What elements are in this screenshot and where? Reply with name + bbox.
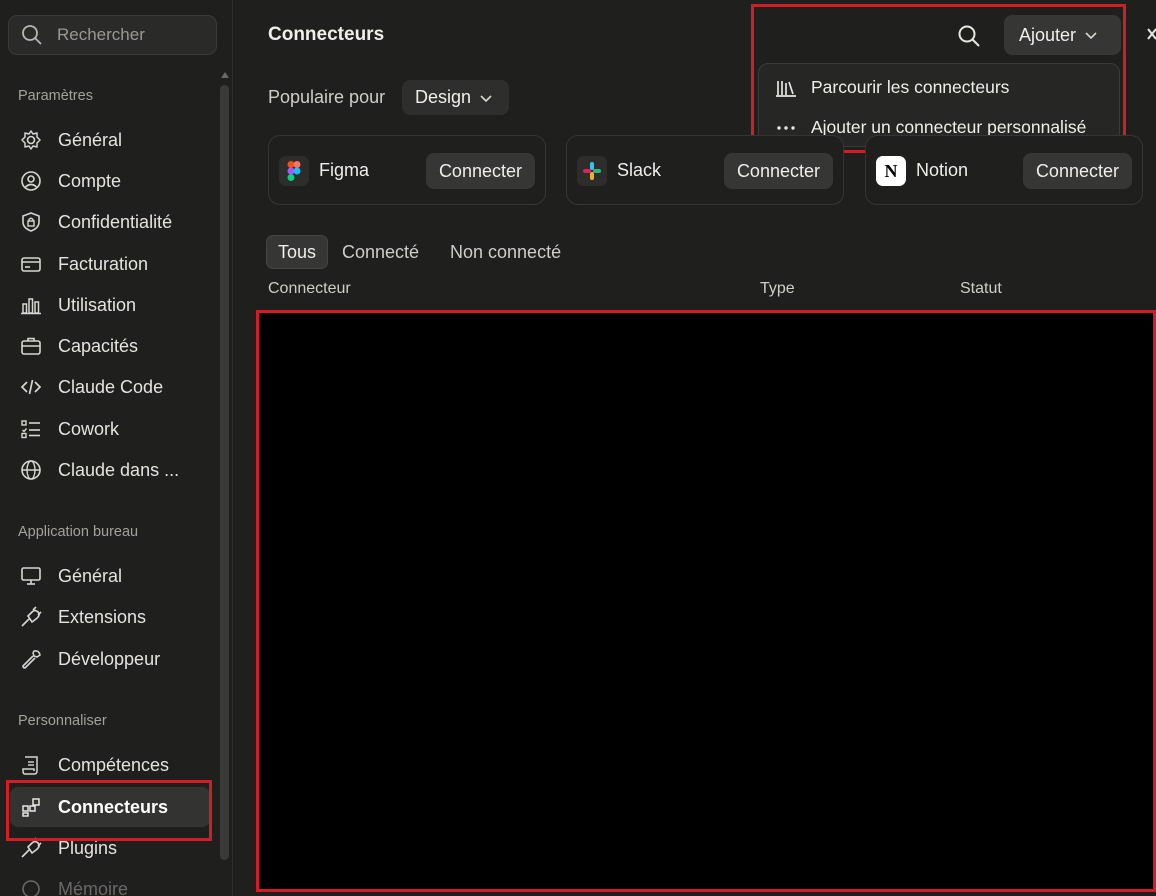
sidebar-item-cowork[interactable]: Cowork: [10, 409, 210, 449]
sidebar-item-label: Général: [58, 129, 123, 150]
sidebar-item-label: Extensions: [58, 606, 147, 627]
sidebar-item-label: Compétences: [58, 754, 170, 775]
sidebar-item-label: Développeur: [58, 648, 161, 669]
shield-lock-icon: [22, 212, 40, 232]
tab-connected[interactable]: Connecté: [331, 235, 430, 269]
sidebar-item-label: Capacités: [58, 335, 139, 356]
column-header-status[interactable]: Statut: [960, 280, 1002, 298]
connector-card-notion: N Notion Connecter: [865, 135, 1143, 205]
sidebar-item-privacy[interactable]: Confidentialité: [10, 202, 210, 242]
code-icon: [20, 379, 42, 395]
menu-item-browse-connectors[interactable]: Parcourir les connecteurs: [775, 77, 1009, 98]
add-button-label: Ajouter: [1019, 24, 1077, 45]
notion-logo-icon: N: [876, 156, 906, 186]
connectors-table-body: [256, 310, 1156, 892]
sidebar-item-claude-in[interactable]: Claude dans ...: [10, 450, 210, 490]
sidebar-item-label: Connecteurs: [58, 796, 169, 817]
monitor-icon: [21, 567, 41, 585]
slack-logo-icon: [577, 156, 607, 186]
sidebar-item-capabilities[interactable]: Capacités: [10, 326, 210, 366]
connector-name: Slack: [617, 160, 662, 180]
sidebar-item-label: Général: [58, 565, 123, 586]
user-circle-icon: [21, 171, 41, 191]
category-dropdown-value: Design: [415, 87, 472, 107]
memory-icon: [22, 880, 40, 896]
sidebar-item-desktop-general[interactable]: Général: [10, 556, 210, 596]
sidebar-item-billing[interactable]: Facturation: [10, 244, 210, 284]
sidebar-item-label: Mémoire: [58, 878, 129, 896]
globe-icon: [21, 460, 41, 480]
gear-icon: [21, 130, 41, 150]
sidebar-item-plugins[interactable]: Plugins: [10, 828, 210, 868]
connect-button[interactable]: Connecter: [723, 153, 833, 189]
connector-name: Figma: [319, 160, 370, 180]
credit-card-icon: [21, 257, 41, 272]
chevron-down-icon: [480, 94, 492, 102]
menu-item-label: Parcourir les connecteurs: [811, 77, 1010, 97]
sidebar-item-label: Facturation: [58, 253, 149, 274]
connector-card-figma: Figma Connecter: [268, 135, 546, 205]
figma-logo-icon: [279, 156, 309, 186]
sidebar-item-label: Cowork: [58, 418, 120, 439]
connector-name: Notion: [916, 160, 969, 180]
sidebar-item-label: Utilisation: [58, 294, 137, 315]
page-title: Connecteurs: [268, 24, 385, 45]
section-title-personalize: Personnaliser: [18, 713, 107, 729]
connect-button[interactable]: Connecter: [1022, 153, 1132, 189]
sidebar-item-developer[interactable]: Développeur: [10, 639, 210, 679]
section-title-desktop: Application bureau: [18, 524, 139, 540]
connect-button[interactable]: Connecter: [425, 153, 535, 189]
sidebar-item-label: Claude Code: [58, 376, 164, 397]
sidebar-item-label: Plugins: [58, 837, 118, 858]
sidebar: Rechercher Paramètres Général Compte Con…: [0, 0, 233, 896]
column-header-connector[interactable]: Connecteur: [268, 280, 351, 298]
sidebar-item-extensions[interactable]: Extensions: [10, 597, 210, 637]
section-title-settings: Paramètres: [18, 88, 93, 104]
sidebar-item-usage[interactable]: Utilisation: [10, 285, 210, 325]
sidebar-item-label: Compte: [58, 170, 122, 191]
chevron-down-icon: [1085, 32, 1097, 40]
search-input[interactable]: Rechercher: [8, 15, 217, 55]
wrench-icon: [22, 650, 41, 669]
connectors-icon: [22, 798, 40, 817]
plug-icon: [21, 837, 42, 858]
sidebar-item-general[interactable]: Général: [10, 120, 210, 160]
connector-card-slack: Slack Connecter: [566, 135, 844, 205]
checklist-icon: [21, 420, 40, 439]
scroll-up-arrow[interactable]: [221, 72, 229, 78]
search-icon[interactable]: [956, 23, 982, 49]
close-icon[interactable]: [1146, 26, 1156, 44]
bar-chart-icon: [21, 298, 41, 315]
scroll-icon: [22, 756, 38, 775]
search-icon: [22, 25, 42, 45]
tab-not-connected[interactable]: Non connecté: [439, 235, 572, 269]
add-button[interactable]: Ajouter: [1004, 15, 1121, 55]
sidebar-item-claude-code[interactable]: Claude Code: [10, 367, 210, 407]
search-placeholder: Rechercher: [57, 25, 145, 44]
tab-all[interactable]: Tous: [266, 235, 329, 269]
popular-label: Populaire pour: [268, 87, 386, 107]
category-dropdown[interactable]: Design: [402, 80, 509, 115]
sidebar-item-label: Confidentialité: [58, 211, 173, 232]
sidebar-scrollbar[interactable]: [220, 85, 229, 860]
library-icon: [776, 80, 796, 97]
plug-icon: [21, 606, 42, 627]
sidebar-item-memory[interactable]: Mémoire: [10, 869, 210, 896]
sidebar-item-skills[interactable]: Compétences: [10, 745, 210, 785]
sidebar-item-label: Claude dans ...: [58, 459, 180, 480]
briefcase-icon: [21, 337, 41, 355]
sidebar-item-account[interactable]: Compte: [10, 161, 210, 201]
sidebar-item-connectors[interactable]: Connecteurs: [10, 787, 210, 827]
column-header-type[interactable]: Type: [760, 280, 795, 298]
